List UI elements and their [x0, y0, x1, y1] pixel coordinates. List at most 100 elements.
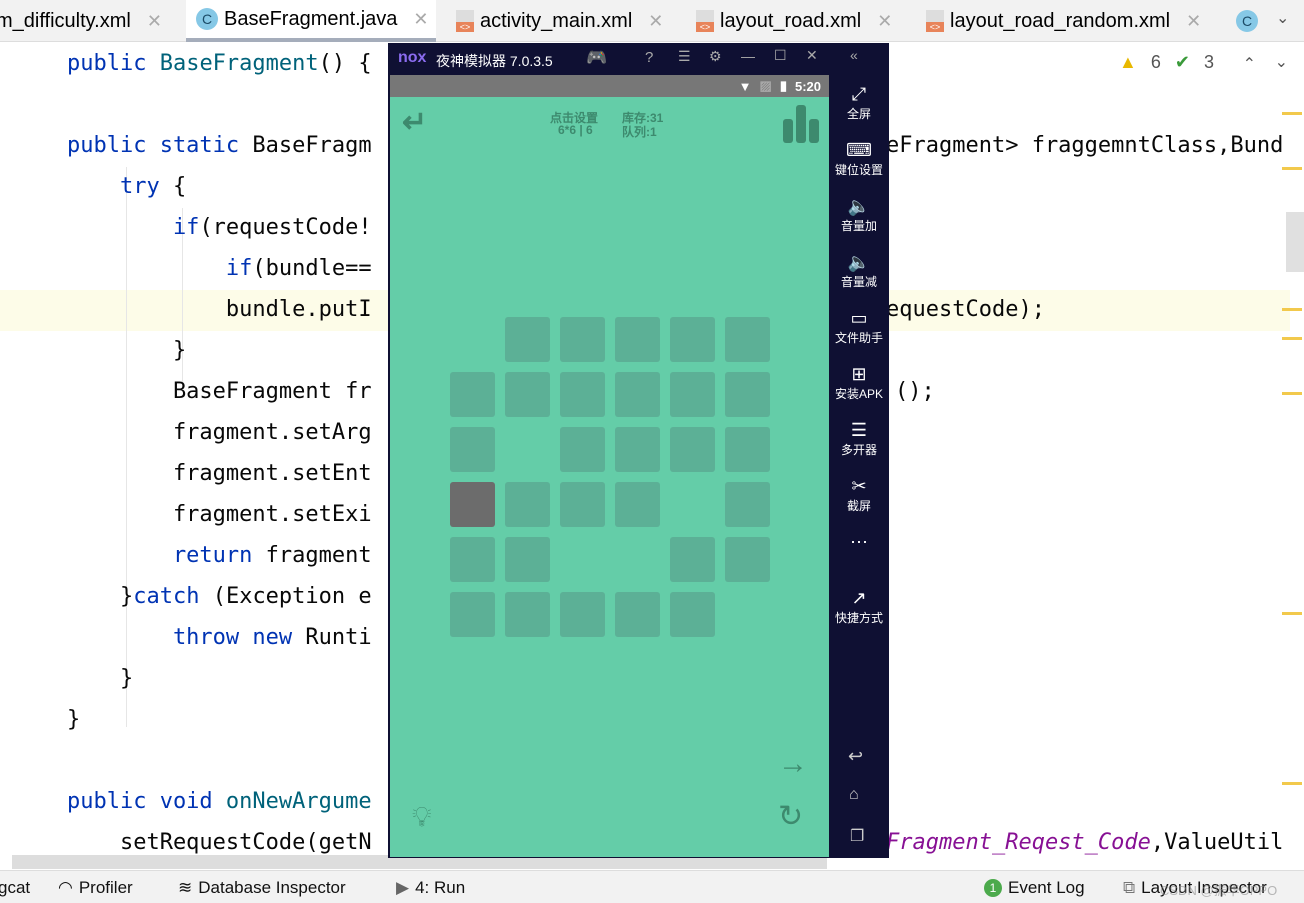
sidebar-item-multi-instance[interactable]: ☰ 多开器	[829, 419, 889, 458]
sidebar-item-shortcut[interactable]: ↗ 快捷方式	[829, 587, 889, 626]
code-token: Fragment_Reqest_Code	[886, 830, 1151, 855]
grid-cell[interactable]	[725, 537, 770, 582]
grid-cell[interactable]	[670, 592, 715, 637]
layout-inspector-icon: ⧉	[1123, 878, 1136, 897]
grid-cell[interactable]	[450, 427, 495, 472]
warning-count: 6	[1150, 52, 1161, 72]
code-line: eFragment> fraggemntClass,Bund	[886, 125, 1283, 166]
tab-activity_main-xml[interactable]: <> activity_main.xml ✕	[446, 0, 682, 42]
sidebar-item-fullscreen[interactable]: ⤢ 全屏	[829, 83, 889, 122]
watermark: CSDN @振华OPPO	[1160, 883, 1278, 898]
inspection-widget[interactable]: ▲ 6 ✔ 3	[1119, 52, 1214, 73]
grid-cell[interactable]	[560, 317, 605, 362]
sidebar-label: 多开器	[840, 443, 877, 457]
code-line: return fragment	[14, 535, 372, 576]
code-line: public static BaseFragm	[14, 125, 372, 166]
sidebar-item-more[interactable]: ⋯	[829, 531, 889, 553]
next-arrow-icon[interactable]: →	[778, 747, 808, 781]
grid-cell[interactable]	[615, 427, 660, 472]
logcat-button[interactable]: gcat	[0, 878, 30, 898]
close-tab-icon[interactable]: ✕	[648, 11, 663, 32]
minimize-icon[interactable]: —	[741, 48, 755, 64]
grid-cell[interactable]	[450, 372, 495, 417]
grid-cell[interactable]	[725, 482, 770, 527]
tab-m_difficulty-xml[interactable]: m_difficulty.xml ✕	[0, 0, 176, 42]
grid-cell[interactable]	[505, 482, 550, 527]
volume-up-icon: 🔈	[847, 196, 871, 216]
grid-cell[interactable]	[670, 372, 715, 417]
android-screen[interactable]: ▼ ▨ ▮ 5:20 ↵ 点击设置 6*6 | 6 库存:31 队列:1 → 💡︎ ↻	[390, 75, 829, 857]
event-log-button[interactable]: 1 Event Log	[984, 878, 1085, 898]
grid-cell[interactable]	[505, 537, 550, 582]
grid-cell[interactable]	[615, 372, 660, 417]
sidebar-item-install-apk[interactable]: ⊞ 安装APK	[829, 363, 889, 402]
collapse-sidebar-icon[interactable]: «	[850, 47, 858, 63]
back-arrow-icon[interactable]: ↵	[402, 105, 427, 140]
code-token: throw new	[14, 625, 306, 650]
close-tab-icon[interactable]: ✕	[147, 11, 162, 32]
grid-cell[interactable]	[725, 372, 770, 417]
grid-cell[interactable]	[670, 427, 715, 472]
prev-highlight-icon[interactable]: ⌃	[1243, 54, 1256, 74]
run-button[interactable]: ▶ 4: Run	[396, 878, 465, 898]
close-icon[interactable]: ✕	[806, 47, 818, 64]
grid-cell[interactable]	[670, 317, 715, 362]
android-back-icon[interactable]: ↩	[848, 746, 863, 767]
grid-cell[interactable]	[615, 592, 660, 637]
java-class-icon[interactable]: C	[1236, 10, 1258, 32]
code-line: public BaseFragment() {	[14, 43, 372, 84]
sidebar-item-volume-up[interactable]: 🔈 音量加	[829, 195, 889, 234]
grid-cell[interactable]	[560, 372, 605, 417]
code-token: eFragment> fraggemntClass,Bund	[886, 133, 1284, 158]
grid-cell[interactable]	[725, 427, 770, 472]
grid-cell[interactable]	[615, 317, 660, 362]
sidebar-label: 全屏	[846, 107, 871, 121]
android-recents-icon[interactable]: ❐	[850, 826, 864, 846]
gamepad-icon[interactable]: 🎮	[586, 48, 607, 68]
grid-cell[interactable]	[615, 482, 660, 527]
grid-cell[interactable]	[670, 537, 715, 582]
tab-layout_road_random-xml[interactable]: <> layout_road_random.xml ✕	[916, 0, 1218, 42]
grid-cell[interactable]	[450, 592, 495, 637]
grid-cell[interactable]	[505, 317, 550, 362]
settings-icon[interactable]: ⚙	[709, 48, 722, 65]
code-token: fragment	[265, 543, 372, 568]
stats-icon[interactable]	[783, 105, 821, 143]
tab-label: layout_road_random.xml	[950, 9, 1171, 32]
grid-cell[interactable]	[505, 372, 550, 417]
grid-cell[interactable]	[560, 482, 605, 527]
sidebar-item-screenshot[interactable]: ✂ 截屏	[829, 475, 889, 514]
next-highlight-icon[interactable]: ⌄	[1275, 52, 1288, 72]
grid-cell[interactable]	[725, 317, 770, 362]
database-inspector-button[interactable]: ≋ Database Inspector	[178, 878, 346, 898]
profiler-button[interactable]: ◠ Profiler	[58, 878, 133, 898]
close-tab-icon[interactable]: ✕	[413, 9, 428, 30]
grid-cell[interactable]	[560, 427, 605, 472]
maximize-icon[interactable]: ☐	[774, 47, 787, 64]
grid-cell-selected[interactable]	[450, 482, 495, 527]
sidebar-item-volume-down[interactable]: 🔈 音量减	[829, 251, 889, 290]
refresh-icon[interactable]: ↻	[778, 799, 803, 834]
clock: 5:20	[794, 78, 821, 94]
code-token: public	[14, 51, 160, 76]
help-icon[interactable]: ?	[645, 49, 653, 66]
code-line: }	[14, 699, 80, 740]
tab-list-chevron-icon[interactable]: ⌄	[1276, 8, 1289, 28]
emulator-title: 夜神模拟器 7.0.3.5	[436, 53, 553, 69]
grid-cell[interactable]	[450, 537, 495, 582]
tab-basefragment-java[interactable]: C BaseFragment.java ✕	[186, 0, 436, 42]
close-tab-icon[interactable]: ✕	[1186, 11, 1201, 32]
code-token: fragment.setEnt	[14, 461, 372, 486]
code-token: bundle.putI	[14, 297, 372, 322]
menu-icon[interactable]: ☰	[678, 48, 691, 65]
hint-bulb-icon[interactable]: 💡︎	[412, 801, 432, 834]
run-label: 4: Run	[415, 878, 466, 897]
shortcut-icon: ↗	[851, 588, 867, 608]
close-tab-icon[interactable]: ✕	[877, 11, 892, 32]
tab-layout_road-xml[interactable]: <> layout_road.xml ✕	[686, 0, 912, 42]
sidebar-item-file-helper[interactable]: ▭ 文件助手	[829, 307, 889, 346]
android-home-icon[interactable]: ⌂	[849, 786, 859, 804]
grid-cell[interactable]	[505, 592, 550, 637]
sidebar-item-keyboard[interactable]: ⌨ 键位设置	[829, 139, 889, 178]
grid-cell[interactable]	[560, 592, 605, 637]
